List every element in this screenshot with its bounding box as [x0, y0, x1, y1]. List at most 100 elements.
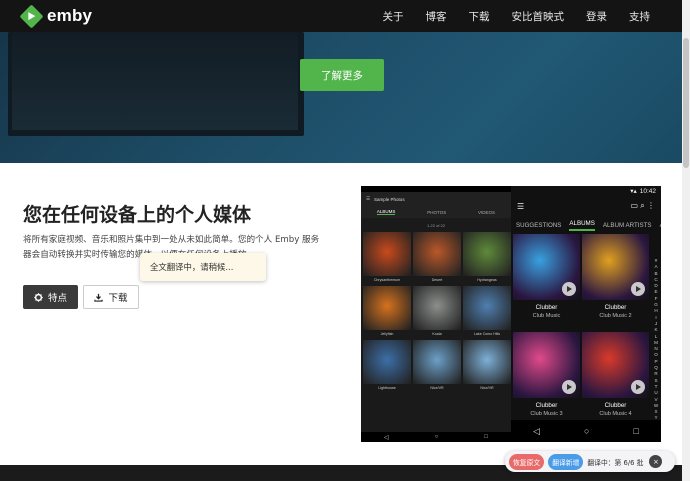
phone-header-actions: ▭ ⌕ ⋮ — [630, 201, 655, 210]
phone-album-grid: Clubber Club Music Clubber Club Music 2 Club… — [513, 234, 651, 428]
photo-thumbnail — [413, 232, 461, 276]
home-icon: ○ — [434, 434, 439, 440]
phone-nav-bar: ◁ ○ □ — [511, 420, 661, 442]
photo-tile: Desert — [413, 232, 461, 284]
translate-new-button[interactable]: 翻译新增 — [548, 453, 584, 470]
album-name: Clubber — [604, 402, 627, 409]
menu-icon: ☰ — [517, 201, 525, 211]
photo-thumbnail — [463, 286, 511, 330]
tablet-tab-videos: VIDEOS — [478, 209, 496, 215]
tablet-nav-bar: ◁ ○ □ — [361, 432, 511, 442]
recents-icon: □ — [484, 434, 488, 440]
album-name: Clubber — [604, 304, 627, 311]
photo-tile: Lighthouse — [363, 340, 411, 392]
download-label: 下载 — [108, 293, 128, 304]
photo-thumbnail — [413, 286, 461, 330]
phone-tab-album-artists: ALBUM ARTISTS — [602, 221, 652, 229]
translation-tooltip-text: 全文翻译中，请稍候... — [150, 262, 234, 272]
album-cover — [582, 234, 649, 300]
photo-label: Lighthouse — [378, 386, 396, 390]
page-scrollbar[interactable] — [682, 0, 690, 481]
gear-icon — [34, 292, 43, 302]
nav-link-about[interactable]: 关于 — [383, 9, 404, 24]
play-icon — [631, 380, 645, 394]
photo-label: Nice/VR — [480, 386, 494, 390]
brand-name: emby — [47, 6, 93, 25]
photo-thumbnail — [363, 232, 411, 276]
close-icon[interactable]: × — [649, 455, 663, 468]
album-tile: Clubber Club Music 4 — [582, 332, 649, 428]
tablet-tab-photos: PHOTOS — [427, 209, 447, 215]
album-cover — [513, 234, 580, 300]
album-tile: Clubber Club Music — [513, 234, 580, 330]
album-cover — [582, 332, 649, 398]
nav-link-blog[interactable]: 博客 — [426, 9, 447, 24]
phone-tab-suggestions: SUGGESTIONS — [516, 221, 562, 229]
photo-thumbnail — [363, 286, 411, 330]
album-name: Clubber — [535, 304, 558, 311]
tablet-photo-grid: Chrysanthemum Desert Hydrangeas Jellyfish Ko… — [361, 232, 511, 392]
album-subtitle: Club Music 3 — [530, 411, 563, 417]
top-navbar: emby 关于 博客 下载 安比首映式 登录 支持 — [0, 0, 690, 32]
features-button[interactable]: 特点 — [23, 285, 78, 309]
scrollbar-thumb[interactable] — [683, 38, 689, 168]
alphabet-index: #ABCDEFGHIJKLMNOPQRSTUVWXYZ — [653, 258, 659, 427]
nav-link-support[interactable]: 支持 — [629, 9, 650, 24]
nav-link-premiere[interactable]: 安比首映式 — [512, 9, 565, 24]
signal-icon: ▾▴ — [630, 188, 637, 195]
emby-logo-icon — [19, 3, 44, 29]
photo-tile: Koala — [413, 286, 461, 338]
photo-tile: Lake Como Hills — [463, 286, 511, 338]
photo-label: Nice/VR — [430, 386, 444, 390]
back-icon: ◁ — [384, 434, 389, 441]
phone-screenshot: ▾▴ 10:42 ☰ ▭ ⌕ ⋮ SUGGESTIONS ALBUMS ALBU… — [511, 186, 661, 442]
photo-label: Lake Como Hills — [473, 332, 501, 336]
photo-label: Chrysanthemum — [373, 278, 401, 282]
phone-header: ☰ ▭ ⌕ ⋮ — [511, 196, 661, 216]
photo-thumbnail — [463, 232, 511, 276]
home-icon: ○ — [584, 426, 590, 436]
tablet-tabs: ALBUMS PHOTOS VIDEOS — [361, 206, 511, 218]
album-subtitle: Club Music 4 — [599, 411, 632, 417]
album-cover — [513, 332, 580, 398]
nav-links: 关于 博客 下载 安比首映式 登录 支持 — [383, 0, 651, 32]
photo-tile: Nice/VR — [413, 340, 461, 392]
phone-status-bar: ▾▴ 10:42 — [511, 186, 661, 196]
photo-label: Jellyfish — [380, 332, 394, 336]
page-title: 您在任何设备上的个人媒体 — [23, 204, 252, 226]
album-tile: Clubber Club Music 2 — [582, 234, 649, 330]
photo-tile: Chrysanthemum — [363, 232, 411, 284]
play-icon — [562, 380, 576, 394]
phone-tabs: SUGGESTIONS ALBUMS ALBUM ARTISTS AR — [511, 216, 661, 234]
photo-label: Desert — [431, 278, 443, 282]
translation-toolbar: 恢复原文 翻译新增 翻译中：第 6/6 批 × — [505, 451, 675, 472]
phone-tab-artists: AR — [660, 222, 661, 229]
album-tile: Clubber Club Music 3 — [513, 332, 580, 428]
tablet-tab-albums: ALBUMS — [376, 209, 396, 215]
download-button[interactable]: 下载 — [83, 285, 139, 309]
features-label: 特点 — [47, 293, 67, 304]
photo-label: Hydrangeas — [477, 278, 497, 282]
emby-logo[interactable]: emby — [19, 3, 93, 29]
photo-tile: Hydrangeas — [463, 232, 511, 284]
phone-tab-albums: ALBUMS — [569, 220, 595, 231]
tablet-header: ☰ Sample Photos — [361, 192, 511, 206]
translation-status: 翻译中：第 6/6 批 — [587, 458, 644, 467]
photo-thumbnail — [463, 340, 511, 384]
tablet-pager: 1-22 of 22 — [426, 222, 445, 228]
hero-banner: 了解更多 — [0, 32, 682, 163]
photo-tile: Jellyfish — [363, 286, 411, 338]
learn-more-button[interactable]: 了解更多 — [300, 59, 384, 91]
nav-link-download[interactable]: 下载 — [469, 9, 490, 24]
nav-link-login[interactable]: 登录 — [586, 9, 607, 24]
photo-thumbnail — [363, 340, 411, 384]
album-name: Clubber — [535, 402, 558, 409]
download-icon — [94, 293, 104, 302]
translation-tooltip: 全文翻译中，请稍候... — [140, 253, 266, 281]
hero-tv-screen — [12, 32, 298, 130]
photo-label: Koala — [432, 332, 442, 336]
photo-tile: Nice/VR — [463, 340, 511, 392]
album-subtitle: Club Music — [532, 313, 561, 319]
play-icon — [631, 282, 645, 296]
restore-original-button[interactable]: 恢复原文 — [509, 453, 545, 470]
